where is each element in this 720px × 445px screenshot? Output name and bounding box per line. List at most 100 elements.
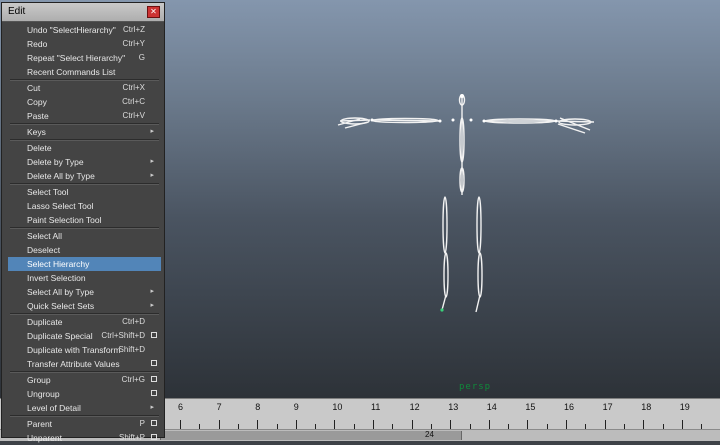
close-icon[interactable]: ✕ xyxy=(147,6,160,18)
submenu-arrow-icon: ▸ xyxy=(150,172,154,179)
menu-item-label: Paste xyxy=(27,111,49,121)
menu-item-label: Redo xyxy=(27,39,48,49)
menu-item-label: Select Hierarchy xyxy=(27,259,90,269)
menu-item-delete[interactable]: Delete xyxy=(8,141,161,155)
menu-item-delete-by-type[interactable]: Delete by Type ▸ xyxy=(8,155,161,169)
edit-menu: Edit ✕ Undo "SelectHierarchy" Ctrl+Z Redo C… xyxy=(1,2,165,443)
menu-item-shortcut: Ctrl+G xyxy=(121,375,145,384)
menu-item-parent[interactable]: Parent P xyxy=(8,417,161,431)
frame-number: 7 xyxy=(216,402,222,412)
frame-number: 18 xyxy=(641,402,652,412)
menu-item-select-all-by-type[interactable]: Select All by Type ▸ xyxy=(8,285,161,299)
menu-item-label: Unparent xyxy=(27,433,62,443)
camera-label: persp xyxy=(459,382,492,392)
option-box-icon[interactable] xyxy=(151,376,157,382)
menu-item-group[interactable]: Group Ctrl+G xyxy=(8,373,161,387)
menu-item-label: Undo "SelectHierarchy" xyxy=(27,25,116,35)
menu-item-duplicate[interactable]: Duplicate Ctrl+D xyxy=(8,315,161,329)
option-box-icon[interactable] xyxy=(151,360,157,366)
menu-item-select-hierarchy[interactable]: Select Hierarchy xyxy=(8,257,161,271)
submenu-arrow-icon: ▸ xyxy=(150,302,154,309)
submenu-arrow-icon: ▸ xyxy=(150,128,154,135)
menu-item-label: Level of Detail xyxy=(27,403,81,413)
menu-item-label: Delete xyxy=(27,143,52,153)
frame-number: 19 xyxy=(679,402,690,412)
menu-item-label: Repeat "Select Hierarchy" xyxy=(27,53,126,63)
menu-item-label: Ungroup xyxy=(27,389,60,399)
menu-item-copy[interactable]: Copy Ctrl+C xyxy=(8,95,161,109)
menu-item-paint-selection-tool[interactable]: Paint Selection Tool xyxy=(8,213,161,227)
menu-item-label: Lasso Select Tool xyxy=(27,201,94,211)
menu-item-label: Duplicate with Transform xyxy=(27,345,121,355)
menu-item-select-tool[interactable]: Select Tool xyxy=(8,185,161,199)
menu-item-transfer-attribute-values[interactable]: Transfer Attribute Values xyxy=(8,357,161,371)
option-box-icon[interactable] xyxy=(151,420,157,426)
menu-item-label: Keys xyxy=(27,127,46,137)
menu-item-unparent[interactable]: Unparent Shift+P xyxy=(8,431,161,445)
menu-item-shortcut: Ctrl+X xyxy=(122,83,145,92)
menu-item-label: Duplicate Special xyxy=(27,331,93,341)
menu-item-undo-selecthierarchy[interactable]: Undo "SelectHierarchy" Ctrl+Z xyxy=(8,23,161,37)
menu-item-duplicate-special[interactable]: Duplicate Special Ctrl+Shift+D xyxy=(8,329,161,343)
menu-title-bar: Edit ✕ xyxy=(2,3,164,22)
menu-item-shortcut: Ctrl+Y xyxy=(122,39,145,48)
menu-item-lasso-select-tool[interactable]: Lasso Select Tool xyxy=(8,199,161,213)
range-slider-handle[interactable] xyxy=(160,431,462,440)
menu-item-cut[interactable]: Cut Ctrl+X xyxy=(8,81,161,95)
submenu-arrow-icon: ▸ xyxy=(150,288,154,295)
range-end-value: 24 xyxy=(425,430,434,439)
frame-number: 16 xyxy=(564,402,575,412)
menu-item-shortcut: Ctrl+C xyxy=(122,97,145,106)
menu-item-shortcut: Ctrl+Z xyxy=(123,25,145,34)
menu-item-label: Paint Selection Tool xyxy=(27,215,102,225)
menu-item-level-of-detail[interactable]: Level of Detail ▸ xyxy=(8,401,161,415)
frame-number: 15 xyxy=(525,402,536,412)
menu-item-shortcut: G xyxy=(138,53,145,62)
menu-item-redo[interactable]: Redo Ctrl+Y xyxy=(8,37,161,51)
menu-item-shortcut: Ctrl+D xyxy=(122,317,145,326)
menu-item-label: Invert Selection xyxy=(27,273,86,283)
menu-item-shortcut: P xyxy=(139,419,145,428)
menu-item-label: Group xyxy=(27,375,51,385)
menu-item-label: Parent xyxy=(27,419,53,429)
menu-item-label: Delete by Type xyxy=(27,157,84,167)
menu-item-delete-all-by-type[interactable]: Delete All by Type ▸ xyxy=(8,169,161,183)
option-box-icon[interactable] xyxy=(151,390,157,396)
frame-number: 12 xyxy=(409,402,420,412)
menu-item-duplicate-with-transform[interactable]: Duplicate with Transform Shift+D xyxy=(8,343,161,357)
menu-item-paste[interactable]: Paste Ctrl+V xyxy=(8,109,161,123)
menu-item-deselect[interactable]: Deselect xyxy=(8,243,161,257)
frame-number: 10 xyxy=(332,402,343,412)
frame-number: 13 xyxy=(448,402,459,412)
menu-item-label: Deselect xyxy=(27,245,61,255)
frame-number: 8 xyxy=(255,402,261,412)
menu-item-select-all[interactable]: Select All xyxy=(8,229,161,243)
option-box-icon[interactable] xyxy=(151,332,157,338)
menu-item-label: Select Tool xyxy=(27,187,69,197)
submenu-arrow-icon: ▸ xyxy=(150,158,154,165)
frame-number: 11 xyxy=(371,402,381,412)
menu-item-label: Cut xyxy=(27,83,41,93)
frame-number: 17 xyxy=(602,402,613,412)
menu-item-label: Copy xyxy=(27,97,47,107)
menu-item-quick-select-sets[interactable]: Quick Select Sets ▸ xyxy=(8,299,161,313)
menu-title: Edit xyxy=(8,6,26,17)
menu-item-repeat-select-hierarchy[interactable]: Repeat "Select Hierarchy" G xyxy=(8,51,161,65)
menu-item-recent-commands-list[interactable]: Recent Commands List xyxy=(8,65,161,79)
menu-item-label: Recent Commands List xyxy=(27,67,116,77)
menu-item-invert-selection[interactable]: Invert Selection xyxy=(8,271,161,285)
menu-item-list: Undo "SelectHierarchy" Ctrl+Z Redo Ctrl+Y Re… xyxy=(8,23,161,445)
menu-item-shortcut: Shift+P xyxy=(118,433,145,442)
submenu-arrow-icon: ▸ xyxy=(150,404,154,411)
menu-item-ungroup[interactable]: Ungroup xyxy=(8,387,161,401)
menu-item-label: Delete All by Type xyxy=(27,171,95,181)
menu-item-keys[interactable]: Keys ▸ xyxy=(8,125,161,139)
frame-number: 9 xyxy=(293,402,299,412)
menu-item-shortcut: Ctrl+V xyxy=(122,111,145,120)
option-box-icon[interactable] xyxy=(151,434,157,440)
menu-item-label: Select All xyxy=(27,231,62,241)
menu-item-label: Select All by Type xyxy=(27,287,94,297)
menu-item-shortcut: Shift+D xyxy=(118,345,145,354)
frame-number: 14 xyxy=(486,402,497,412)
menu-item-shortcut: Ctrl+Shift+D xyxy=(101,331,145,340)
